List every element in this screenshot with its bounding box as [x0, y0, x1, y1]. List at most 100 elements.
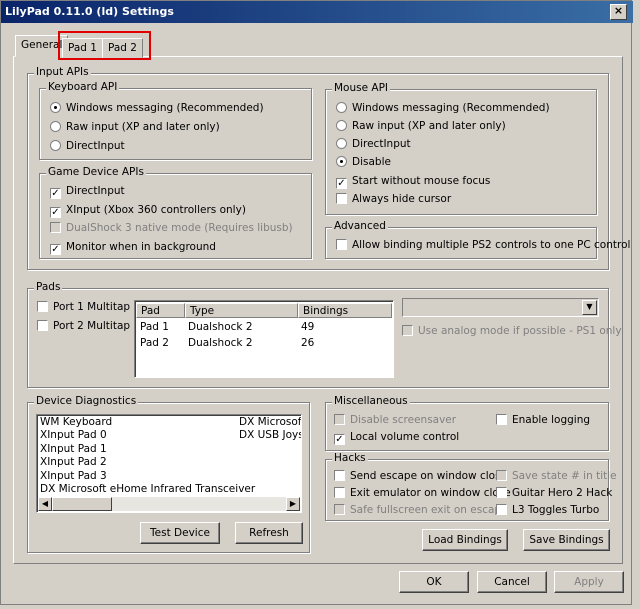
- checkbox-disabled-icon[interactable]: [334, 504, 345, 515]
- device-item[interactable]: WM Keyboard: [40, 416, 255, 429]
- enable-logging-checkbox[interactable]: Enable logging: [496, 412, 590, 428]
- highlight-box: [58, 31, 151, 60]
- checkbox-icon[interactable]: [496, 487, 507, 498]
- mouse-option-wm[interactable]: Windows messaging (Recommended): [336, 100, 550, 116]
- keyboard-option-raw[interactable]: Raw input (XP and later only): [50, 119, 220, 135]
- checkbox-disabled-icon[interactable]: [334, 414, 345, 425]
- checkbox-checked-icon[interactable]: ✓: [336, 178, 347, 189]
- device-item[interactable]: XInput Pad 3: [40, 470, 255, 483]
- device-diagnostics-label: Device Diagnostics: [34, 395, 139, 407]
- input-apis-label: Input APIs: [34, 66, 91, 78]
- radio-selected-icon[interactable]: [50, 102, 61, 113]
- test-device-button[interactable]: Test Device: [140, 522, 220, 544]
- checkbox-icon[interactable]: [37, 320, 48, 331]
- device-item[interactable]: DX Microsoft eHome Infrared Transceiver: [40, 483, 255, 496]
- device-item[interactable]: XInput Pad 2: [40, 456, 255, 469]
- send-escape-checkbox[interactable]: Send escape on window close: [334, 468, 507, 484]
- disable-screensaver-checkbox[interactable]: Disable screensaver: [334, 412, 456, 428]
- close-icon[interactable]: ×: [610, 4, 627, 20]
- miscellaneous-group: Miscellaneous Disable screensaver Enable…: [325, 395, 609, 451]
- pad-row-2[interactable]: Pad 2 Dualshock 2 26: [140, 335, 314, 351]
- cancel-button[interactable]: Cancel: [477, 571, 547, 593]
- checkbox-disabled-icon[interactable]: [496, 470, 507, 481]
- gd-dualshock3-checkbox[interactable]: DualShock 3 native mode (Requires libusb…: [50, 220, 293, 236]
- device-item[interactable]: DX Microsoft e: [239, 416, 301, 429]
- chevron-down-icon[interactable]: ▼: [582, 300, 597, 315]
- gd-monitor-checkbox[interactable]: ✓ Monitor when in background: [50, 239, 216, 255]
- scroll-thumb[interactable]: [52, 497, 112, 511]
- radio-icon[interactable]: [336, 138, 347, 149]
- gd-directinput-checkbox[interactable]: ✓ DirectInput: [50, 183, 125, 199]
- pads-list[interactable]: Pad Type Bindings Pad 1 Dualshock 2 49 Pad…: [134, 300, 394, 378]
- radio-icon[interactable]: [50, 140, 61, 151]
- mouse-focus-checkbox[interactable]: ✓ Start without mouse focus: [336, 173, 490, 189]
- settings-window: LilyPad 0.11.0 (ld) Settings × General P…: [0, 0, 633, 605]
- device-diagnostics-group: Device Diagnostics WM Keyboard XInput Pa…: [27, 395, 310, 553]
- keyboard-option-directinput[interactable]: DirectInput: [50, 138, 125, 154]
- checkbox-icon[interactable]: [336, 193, 347, 204]
- device-item[interactable]: XInput Pad 0: [40, 429, 255, 442]
- checkbox-icon[interactable]: [334, 470, 345, 481]
- gd-xinput-checkbox[interactable]: ✓ XInput (Xbox 360 controllers only): [50, 202, 246, 218]
- device-list[interactable]: WM Keyboard XInput Pad 0 XInput Pad 1 XI…: [36, 414, 302, 513]
- advanced-label: Advanced: [332, 220, 388, 232]
- device-item[interactable]: DX USB Joysti: [239, 429, 301, 442]
- checkbox-icon[interactable]: [496, 504, 507, 515]
- port1-multitap-checkbox[interactable]: Port 1 Multitap: [37, 299, 130, 315]
- checkbox-checked-icon[interactable]: ✓: [334, 434, 345, 445]
- refresh-button[interactable]: Refresh: [235, 522, 303, 544]
- horizontal-scrollbar[interactable]: ◀ ▶: [38, 497, 300, 511]
- col-type-header[interactable]: Type: [185, 303, 298, 318]
- mouse-hide-cursor-checkbox[interactable]: Always hide cursor: [336, 191, 451, 207]
- col-bindings-header[interactable]: Bindings: [298, 303, 392, 318]
- pad-row-1[interactable]: Pad 1 Dualshock 2 49: [140, 319, 314, 335]
- miscellaneous-label: Miscellaneous: [332, 395, 410, 407]
- radio-icon[interactable]: [50, 121, 61, 132]
- checkbox-icon[interactable]: [334, 487, 345, 498]
- mouse-option-directinput[interactable]: DirectInput: [336, 136, 411, 152]
- mouse-option-raw[interactable]: Raw input (XP and later only): [336, 118, 506, 134]
- radio-icon[interactable]: [336, 102, 347, 113]
- checkbox-icon[interactable]: [37, 301, 48, 312]
- mouse-api-label: Mouse API: [332, 82, 391, 94]
- checkbox-disabled-icon[interactable]: [50, 222, 61, 233]
- keyboard-api-group: Keyboard API Windows messaging (Recommen…: [39, 81, 312, 160]
- l3-turbo-checkbox[interactable]: L3 Toggles Turbo: [496, 502, 599, 518]
- pad-type-dropdown[interactable]: ▼: [402, 298, 599, 317]
- port2-multitap-checkbox[interactable]: Port 2 Multitap: [37, 318, 130, 334]
- save-state-title-checkbox[interactable]: Save state # in title: [496, 468, 617, 484]
- checkbox-disabled-icon[interactable]: [402, 325, 413, 336]
- checkbox-icon[interactable]: [496, 414, 507, 425]
- safe-fullscreen-checkbox[interactable]: Safe fullscreen exit on escape: [334, 502, 508, 518]
- device-item[interactable]: XInput Pad 1: [40, 443, 255, 456]
- hacks-label: Hacks: [332, 452, 368, 464]
- game-device-label: Game Device APIs: [46, 166, 146, 178]
- radio-icon[interactable]: [336, 120, 347, 131]
- multi-binding-checkbox[interactable]: Allow binding multiple PS2 controls to o…: [336, 237, 630, 253]
- mouse-api-group: Mouse API Windows messaging (Recommended…: [325, 82, 597, 215]
- scroll-left-icon[interactable]: ◀: [38, 497, 52, 511]
- ok-button[interactable]: OK: [399, 571, 469, 593]
- keyboard-option-wm[interactable]: Windows messaging (Recommended): [50, 100, 264, 116]
- exit-emulator-checkbox[interactable]: Exit emulator on window close: [334, 485, 511, 501]
- advanced-group: Advanced Allow binding multiple PS2 cont…: [325, 220, 630, 259]
- load-bindings-button[interactable]: Load Bindings: [422, 529, 508, 551]
- apply-button[interactable]: Apply: [554, 571, 624, 593]
- save-bindings-button[interactable]: Save Bindings: [523, 529, 610, 551]
- scroll-right-icon[interactable]: ▶: [286, 497, 300, 511]
- mouse-option-disable[interactable]: Disable: [336, 154, 391, 170]
- checkbox-icon[interactable]: [336, 239, 347, 250]
- window-title: LilyPad 0.11.0 (ld) Settings: [5, 5, 174, 18]
- col-pad-header[interactable]: Pad: [136, 303, 185, 318]
- local-volume-checkbox[interactable]: ✓ Local volume control: [334, 429, 459, 445]
- hacks-group: Hacks Send escape on window close Save s…: [325, 452, 617, 521]
- checkbox-checked-icon[interactable]: ✓: [50, 188, 61, 199]
- title-bar[interactable]: LilyPad 0.11.0 (ld) Settings ×: [1, 1, 633, 23]
- analog-mode-checkbox[interactable]: Use analog mode if possible - PS1 only: [402, 323, 622, 339]
- guitar-hero-checkbox[interactable]: Guitar Hero 2 Hack: [496, 485, 612, 501]
- checkbox-checked-icon[interactable]: ✓: [50, 207, 61, 218]
- pads-group: Pads Port 1 Multitap Port 2 Multitap Pad…: [27, 281, 622, 388]
- pads-label: Pads: [34, 281, 63, 293]
- checkbox-checked-icon[interactable]: ✓: [50, 244, 61, 255]
- radio-selected-icon[interactable]: [336, 156, 347, 167]
